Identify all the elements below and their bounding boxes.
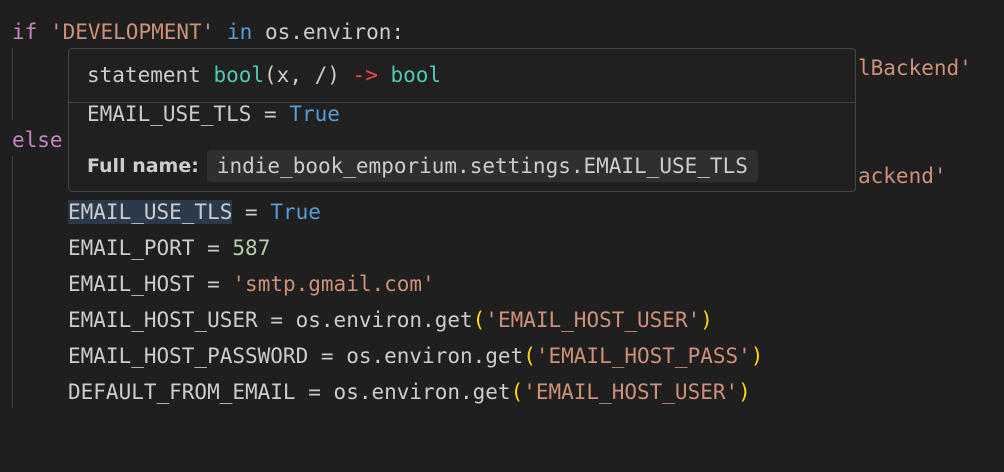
backend-string-tail-2: ackend' bbox=[858, 164, 947, 188]
environ-get-call: os.environ.get bbox=[333, 380, 511, 404]
keyword-if: if bbox=[12, 20, 38, 44]
code-line-10[interactable]: DEFAULT_FROM_EMAIL = os.environ.get('EMA… bbox=[12, 374, 751, 410]
open-paren: ( bbox=[472, 308, 486, 332]
environ-get-call: os.environ.get bbox=[346, 344, 524, 368]
arg-string: 'EMAIL_HOST_PASS' bbox=[535, 344, 751, 368]
hover-value-line: EMAIL_USE_TLS = True bbox=[87, 96, 340, 132]
code-line-3[interactable]: else bbox=[12, 122, 63, 158]
full-name-value[interactable]: indie_book_emporium.settings.EMAIL_USE_T… bbox=[206, 150, 758, 182]
sig-args: (x, /) bbox=[264, 63, 340, 87]
string-development: 'DEVELOPMENT' bbox=[49, 20, 215, 44]
arg-string: 'EMAIL_HOST_USER' bbox=[485, 308, 701, 332]
assign-operator: = bbox=[207, 236, 220, 260]
hover-value-op: = bbox=[264, 102, 277, 126]
environ-get-call: os.environ.get bbox=[295, 308, 473, 332]
value-587: 587 bbox=[232, 236, 271, 260]
os-environ-text: os.environ: bbox=[264, 20, 405, 44]
sig-prefix: statement bbox=[87, 63, 201, 87]
hover-full-name: Full name: indie_book_emporium.settings.E… bbox=[87, 149, 758, 183]
assign-operator: = bbox=[245, 200, 258, 224]
close-paren: ) bbox=[738, 380, 751, 404]
hover-signature: statement bool(x, /) -> bool bbox=[87, 57, 441, 93]
hover-value-true: True bbox=[289, 102, 340, 126]
keyword-else: else bbox=[12, 128, 63, 152]
code-line-8[interactable]: EMAIL_HOST_USER = os.environ.get('EMAIL_… bbox=[12, 302, 713, 338]
sig-arrow: -> bbox=[352, 63, 378, 87]
open-paren: ( bbox=[523, 344, 536, 368]
arg-string: 'EMAIL_HOST_USER' bbox=[523, 380, 739, 404]
email-host-user-identifier: EMAIL_HOST_USER bbox=[68, 308, 258, 332]
value-smtp-host: 'smtp.gmail.com' bbox=[232, 272, 435, 296]
email-use-tls-identifier[interactable]: EMAIL_USE_TLS bbox=[68, 200, 233, 224]
assign-operator: = bbox=[320, 344, 334, 368]
code-line-4[interactable]: ackend' bbox=[858, 158, 947, 194]
open-paren: ( bbox=[510, 380, 524, 404]
indent-guide-if bbox=[12, 48, 13, 120]
email-host-password-identifier: EMAIL_HOST_PASSWORD bbox=[68, 344, 309, 368]
close-paren: ) bbox=[700, 308, 713, 332]
value-true: True bbox=[270, 200, 321, 224]
close-paren: ) bbox=[750, 344, 764, 368]
code-line-9[interactable]: EMAIL_HOST_PASSWORD = os.environ.get('EM… bbox=[12, 338, 763, 374]
email-port-identifier: EMAIL_PORT bbox=[68, 236, 195, 260]
assign-operator: = bbox=[308, 380, 321, 404]
sig-return-type: bool bbox=[390, 63, 442, 87]
default-from-email-identifier: DEFAULT_FROM_EMAIL bbox=[68, 380, 296, 404]
sig-type: bool bbox=[213, 63, 265, 87]
full-name-label: Full name: bbox=[87, 155, 199, 177]
backend-string-tail: lBackend' bbox=[858, 56, 972, 80]
assign-operator: = bbox=[270, 308, 283, 332]
code-line-6[interactable]: EMAIL_PORT = 587 bbox=[12, 230, 270, 266]
code-line-2[interactable]: lBackend' bbox=[858, 50, 972, 86]
code-editor[interactable]: if 'DEVELOPMENT' in os.environ: lBackend… bbox=[0, 0, 1004, 472]
email-host-identifier: EMAIL_HOST bbox=[68, 272, 195, 296]
hover-tooltip[interactable]: statement bool(x, /) -> bool EMAIL_USE_T… bbox=[68, 48, 856, 192]
code-line-1[interactable]: if 'DEVELOPMENT' in os.environ: bbox=[12, 14, 404, 50]
keyword-in: in bbox=[226, 20, 253, 44]
code-line-5[interactable]: EMAIL_USE_TLS = True bbox=[12, 194, 321, 230]
hover-value-name: EMAIL_USE_TLS bbox=[87, 102, 252, 126]
code-line-7[interactable]: EMAIL_HOST = 'smtp.gmail.com' bbox=[12, 266, 435, 302]
assign-operator: = bbox=[207, 272, 220, 296]
